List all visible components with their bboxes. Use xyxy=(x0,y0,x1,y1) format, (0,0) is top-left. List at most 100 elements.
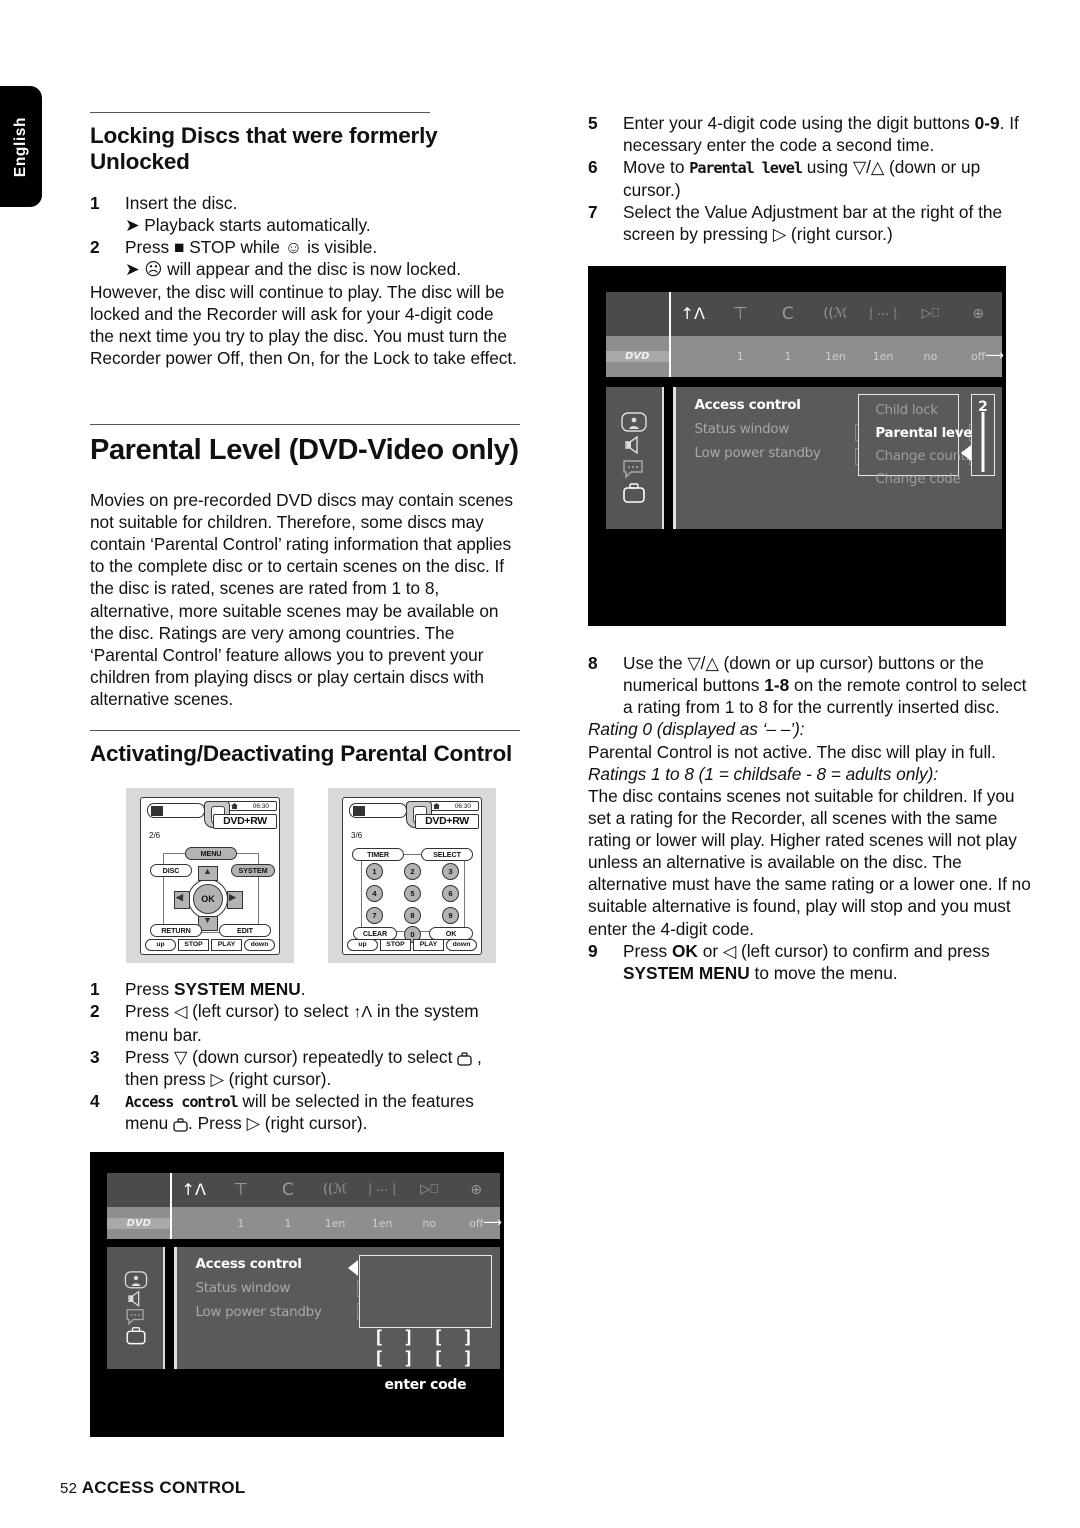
return-button[interactable]: RETURN xyxy=(150,923,202,937)
down-button[interactable]: down xyxy=(446,938,477,951)
picture-icon[interactable] xyxy=(621,411,647,432)
tuner-T-icon[interactable]: ⊤ xyxy=(717,304,765,324)
value-cell: no xyxy=(923,349,938,363)
menu-item-status-window[interactable]: Status window xyxy=(695,421,821,437)
subtitle-icon[interactable]: ⎰⋯⎱ xyxy=(859,305,907,322)
access-control-label: Access control xyxy=(125,1092,239,1111)
heading-rule-3 xyxy=(90,730,520,731)
submenu-item-change-code[interactable]: Change code xyxy=(875,471,961,487)
menu-bar-icons: ↑Λ ⊤ C ((ℳ ⎰⋯⎱ ▷⎕ ⊕ xyxy=(606,291,1002,336)
step-9-list: 9 Press OK or ◁ (left cursor) to confirm … xyxy=(588,940,1040,984)
zoom-icon[interactable]: ⊕ xyxy=(453,1182,500,1198)
step-number: 6 xyxy=(588,157,598,178)
down-arrow-icon: ▼ xyxy=(203,914,212,925)
audio-language-icon[interactable]: ((ℳ xyxy=(311,1182,358,1197)
edit-button[interactable]: EDIT xyxy=(219,923,271,937)
sound-icon[interactable] xyxy=(125,1289,147,1308)
briefcase-icon xyxy=(457,1052,472,1066)
submenu-item-child-lock[interactable]: Child lock xyxy=(875,402,958,418)
digit-8-button[interactable]: 8 xyxy=(404,906,421,924)
digit-9-button[interactable]: 9 xyxy=(442,906,459,924)
antenna-tool-icon[interactable]: ↑Λ xyxy=(669,304,717,323)
menu-item-access-control[interactable]: Access control xyxy=(695,397,821,413)
ok-button[interactable]: OK xyxy=(193,883,223,914)
menu-item-low-power-standby[interactable]: Low power standby xyxy=(195,1304,321,1320)
up-button[interactable]: up xyxy=(145,938,176,951)
system-menu-bold: SYSTEM MENU xyxy=(623,962,750,983)
step-number: 9 xyxy=(588,940,598,961)
step-text-mid: or ◁ (left cursor) to confirm and press xyxy=(697,940,990,961)
disc-type-badge: DVD+RW xyxy=(213,813,277,829)
locking-paragraph: However, the disc will continue to play.… xyxy=(90,281,517,368)
home-icon xyxy=(433,803,440,809)
timer-button[interactable]: TIMER xyxy=(352,847,404,861)
language-icon[interactable] xyxy=(124,1308,148,1326)
value-adjustment-bar[interactable]: 2 xyxy=(970,393,996,477)
list-item: 4 Access control will be selected in the … xyxy=(90,1090,520,1135)
play-button[interactable]: PLAY xyxy=(211,938,242,951)
up-arrow-icon: ▲ xyxy=(203,865,212,876)
sound-icon[interactable] xyxy=(623,434,645,456)
transport-row: up STOP PLAY down xyxy=(347,938,477,951)
digit-4-button[interactable]: 4 xyxy=(366,884,383,902)
subtitle-icon[interactable]: ⎰⋯⎱ xyxy=(359,1181,406,1198)
sidebar-divider xyxy=(662,386,664,529)
menu-bar-icons: ↑Λ ⊤ C ((ℳ ⎰⋯⎱ ▷⎕ ⊕ xyxy=(107,1172,500,1208)
section-title-activating: Activating/Deactivating Parental Control xyxy=(90,741,513,766)
submenu-item-change-country[interactable]: Change country xyxy=(875,448,979,464)
select-button[interactable]: SELECT xyxy=(421,847,473,861)
access-control-submenu: Child lock Parental level Change country… xyxy=(857,393,979,487)
step-text: Press ▽ (down cursor) repeatedly to sele… xyxy=(125,1046,458,1067)
menu-button[interactable]: MENU xyxy=(185,846,237,860)
digit-3-button[interactable]: 3 xyxy=(442,862,459,880)
remote-figure-left: 06:30 DVD+RW 2/6 MENU DISC SYSTEM ▲ ▼ ◀ … xyxy=(126,788,294,963)
tv-screen-top: ↑Λ ⊤ C ((ℳ ⎰⋯⎱ ▷⎕ ⊕ DVD 1 1 1en 1en no o… xyxy=(588,266,1006,626)
digit-5-button[interactable]: 5 xyxy=(404,884,421,902)
step-text: Enter your 4-digit code using the digit … xyxy=(623,113,975,133)
menu-item-status-window[interactable]: Status window xyxy=(195,1280,321,1296)
value-cell: 1en xyxy=(872,349,894,363)
camera-angle-icon[interactable]: ▷⎕ xyxy=(907,306,955,321)
clock-value: 06:30 xyxy=(252,802,269,810)
down-button[interactable]: down xyxy=(244,938,275,951)
language-icon[interactable] xyxy=(622,459,646,479)
antenna-tool-icon[interactable]: ↑Λ xyxy=(170,1180,217,1199)
digit-6-button[interactable]: 6 xyxy=(442,884,459,902)
up-button[interactable]: up xyxy=(347,938,378,951)
audio-language-icon[interactable]: ((ℳ xyxy=(812,306,860,321)
step-number: 4 xyxy=(90,1090,100,1111)
system-button[interactable]: SYSTEM xyxy=(231,863,275,877)
stop-button[interactable]: STOP xyxy=(380,938,411,951)
disc-button[interactable]: DISC xyxy=(150,863,192,877)
digit-7-button[interactable]: 7 xyxy=(366,906,383,924)
enter-code-label: enter code xyxy=(384,1376,467,1393)
tuner-C-icon[interactable]: C xyxy=(264,1180,311,1200)
submenu-item-parental-level[interactable]: Parental level xyxy=(875,425,976,441)
camera-angle-icon[interactable]: ▷⎕ xyxy=(406,1182,453,1197)
value-slider-track[interactable] xyxy=(981,412,985,472)
code-entry-boxes[interactable]: [ ] [ ] [ ] [ ] xyxy=(360,1327,491,1369)
list-item: 1 Insert the disc. xyxy=(90,192,520,214)
menu-divider xyxy=(170,1207,173,1240)
features-icon[interactable] xyxy=(622,482,646,504)
digit-2-button[interactable]: 2 xyxy=(404,862,421,880)
remote-display-icon xyxy=(349,802,407,818)
step-result-2: ➤ ☹ will appear and the disc is now lock… xyxy=(125,259,462,280)
step-text-tail: . xyxy=(300,979,306,999)
ratings-1-8-note: Ratings 1 to 8 (1 = childsafe - 8 = adul… xyxy=(588,763,939,784)
stop-button[interactable]: STOP xyxy=(178,938,209,951)
menu-bar-values: DVD 1 1 1en 1en no off ⟶ xyxy=(605,335,1004,377)
zoom-icon[interactable]: ⊕ xyxy=(954,306,1002,322)
digit-1-button[interactable]: 1 xyxy=(366,862,383,880)
locking-steps-list-2: 2 Press ■ STOP while ☺ is visible. xyxy=(90,236,520,258)
tuner-T-icon[interactable]: ⊤ xyxy=(217,1180,264,1200)
section-title-parental-level: Parental Level (DVD-Video only) xyxy=(90,434,519,466)
picture-icon[interactable] xyxy=(123,1271,149,1289)
menu-item-access-control[interactable]: Access control xyxy=(195,1256,321,1272)
system-menu-bar: ↑Λ ⊤ C ((ℳ ⎰⋯⎱ ▷⎕ ⊕ DVD 1 1 1en 1en no o… xyxy=(107,1172,502,1240)
play-button[interactable]: PLAY xyxy=(413,938,444,951)
tuner-C-icon[interactable]: C xyxy=(764,304,812,324)
menu-item-low-power-standby[interactable]: Low power standby xyxy=(695,445,821,461)
features-icon[interactable] xyxy=(124,1326,148,1345)
value-cell: 1en xyxy=(324,1216,346,1230)
